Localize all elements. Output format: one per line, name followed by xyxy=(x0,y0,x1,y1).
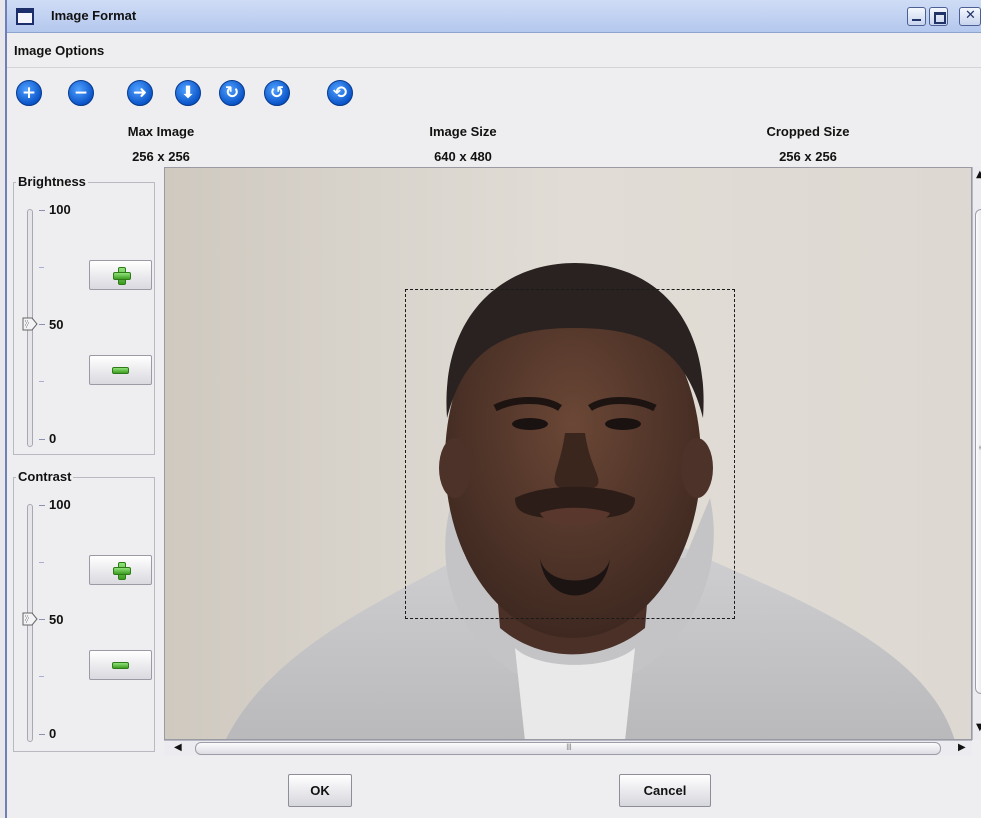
crop-selection-rectangle[interactable] xyxy=(405,289,735,619)
brightness-max-label: 100 xyxy=(49,202,71,217)
image-format-window: Image Format Image Options + − ➜ ⬇ ↻ ↺ ⟲… xyxy=(5,0,981,818)
grip-icon: III xyxy=(566,743,572,753)
menu-bar: Image Options xyxy=(7,33,981,68)
brightness-panel: Brightness 100 50 0 xyxy=(13,174,155,455)
plus-icon xyxy=(112,267,131,285)
window-title: Image Format xyxy=(51,8,137,23)
horizontal-scrollbar[interactable]: ◀ III ▶ xyxy=(164,740,972,756)
max-image-value: 256 x 256 xyxy=(132,149,190,164)
brightness-mid-label: 50 xyxy=(49,317,64,332)
brightness-increase-button[interactable] xyxy=(89,260,152,290)
rotate-cw-icon[interactable]: ↻ xyxy=(219,80,245,106)
flip-down-icon[interactable]: ⬇ xyxy=(175,80,201,106)
tick xyxy=(39,734,45,735)
zoom-in-icon[interactable]: + xyxy=(16,80,42,106)
scroll-down-icon[interactable]: ▼ xyxy=(976,722,981,733)
tick xyxy=(39,562,44,563)
zoom-out-icon[interactable]: − xyxy=(68,80,94,106)
tick xyxy=(39,210,45,211)
contrast-panel: Contrast 100 50 0 xyxy=(13,469,155,752)
menu-image-options[interactable]: Image Options xyxy=(14,43,104,58)
vertical-scroll-thumb[interactable]: ≡ xyxy=(975,209,981,694)
scroll-right-icon[interactable]: ▶ xyxy=(958,742,966,753)
plus-icon xyxy=(112,562,131,580)
minus-icon xyxy=(112,661,129,669)
brightness-decrease-button[interactable] xyxy=(89,355,152,385)
cropped-size-value: 256 x 256 xyxy=(779,149,837,164)
tick xyxy=(39,267,44,268)
scroll-left-icon[interactable]: ◀ xyxy=(174,742,182,753)
max-image-label: Max Image xyxy=(127,124,195,139)
ok-button[interactable]: OK xyxy=(288,774,352,807)
window-icon xyxy=(16,8,34,25)
contrast-mid-label: 50 xyxy=(49,612,64,627)
reset-icon[interactable]: ⟲ xyxy=(327,80,353,106)
rotate-ccw-icon[interactable]: ↺ xyxy=(264,80,290,106)
contrast-slider-thumb[interactable] xyxy=(22,612,38,626)
scroll-up-icon[interactable]: ▲ xyxy=(976,169,981,180)
close-button[interactable] xyxy=(959,7,981,26)
cancel-button[interactable]: Cancel xyxy=(619,774,711,807)
vertical-scrollbar[interactable]: ▲ ≡ ▼ xyxy=(972,167,981,740)
contrast-max-label: 100 xyxy=(49,497,71,512)
horizontal-scroll-thumb[interactable]: III xyxy=(195,742,941,755)
image-size-value: 640 x 480 xyxy=(434,149,492,164)
rotate-right-icon[interactable]: ➜ xyxy=(127,80,153,106)
tick xyxy=(39,381,44,382)
maximize-button[interactable] xyxy=(929,7,948,26)
minimize-button[interactable] xyxy=(907,7,926,26)
tick xyxy=(39,619,45,620)
tick xyxy=(39,324,45,325)
minus-icon xyxy=(112,366,129,374)
tick xyxy=(39,439,45,440)
image-viewport[interactable] xyxy=(164,167,972,740)
title-bar[interactable]: Image Format xyxy=(7,0,981,33)
contrast-increase-button[interactable] xyxy=(89,555,152,585)
tick xyxy=(39,505,45,506)
contrast-decrease-button[interactable] xyxy=(89,650,152,680)
contrast-title: Contrast xyxy=(16,469,74,484)
cropped-size-label: Cropped Size xyxy=(766,124,850,139)
tick xyxy=(39,676,44,677)
brightness-min-label: 0 xyxy=(49,431,57,446)
contrast-min-label: 0 xyxy=(49,726,57,741)
brightness-slider-thumb[interactable] xyxy=(22,317,38,331)
brightness-title: Brightness xyxy=(16,174,88,189)
image-size-label: Image Size xyxy=(429,124,497,139)
